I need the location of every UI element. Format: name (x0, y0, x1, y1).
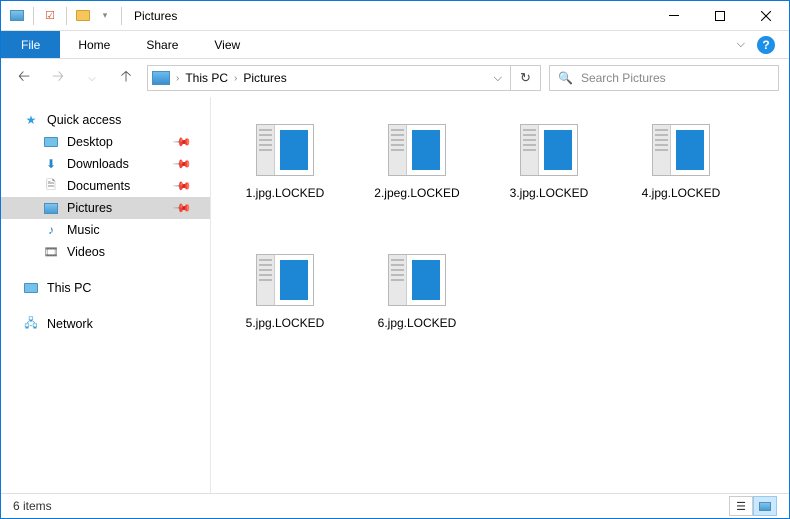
file-thumbnail-icon (256, 124, 314, 176)
chevron-right-icon[interactable]: › (232, 73, 239, 84)
file-item[interactable]: 5.jpg.LOCKED (221, 241, 349, 367)
downloads-icon: ⬇ (43, 156, 59, 172)
file-thumbnail-icon (256, 254, 314, 306)
titlebar: ☑ ▾ Pictures (1, 1, 789, 31)
file-tab[interactable]: File (1, 31, 60, 58)
file-name: 2.jpeg.LOCKED (374, 186, 459, 200)
tab-share[interactable]: Share (128, 31, 196, 58)
item-count: 6 items (13, 499, 52, 513)
forward-button[interactable]: 🡢 (45, 65, 71, 91)
file-name: 3.jpg.LOCKED (510, 186, 589, 200)
search-input[interactable]: 🔍 Search Pictures (549, 65, 779, 91)
properties-qat-icon[interactable]: ☑ (40, 6, 60, 26)
file-item[interactable]: 1.jpg.LOCKED (221, 111, 349, 237)
file-name: 6.jpg.LOCKED (378, 316, 457, 330)
network-icon: 🖧 (23, 316, 39, 332)
ribbon-expand-icon[interactable]: ⌵ (737, 38, 745, 51)
file-thumbnail-icon (520, 124, 578, 176)
sidebar-network[interactable]: 🖧 Network (1, 313, 210, 335)
file-item[interactable]: 4.jpg.LOCKED (617, 111, 745, 237)
tab-home[interactable]: Home (60, 31, 128, 58)
this-pc-icon (23, 280, 39, 296)
close-button[interactable] (743, 1, 789, 31)
pin-icon: 📌 (172, 176, 192, 196)
search-placeholder: Search Pictures (581, 71, 666, 85)
sidebar-this-pc[interactable]: This PC (1, 277, 210, 299)
address-dropdown-icon[interactable]: ⌵ (490, 72, 506, 85)
sidebar-item-videos[interactable]: 🎞 Videos (1, 241, 210, 263)
tab-view[interactable]: View (196, 31, 258, 58)
pin-icon: 📌 (172, 198, 192, 218)
help-icon[interactable]: ? (757, 36, 775, 54)
file-thumbnail-icon (388, 124, 446, 176)
new-folder-qat-icon[interactable] (73, 6, 93, 26)
file-item[interactable]: 3.jpg.LOCKED (485, 111, 613, 237)
window-title: Pictures (134, 9, 177, 23)
location-icon (152, 71, 170, 85)
file-item[interactable]: 6.jpg.LOCKED (353, 241, 481, 367)
qat-customize-icon[interactable]: ▾ (95, 6, 115, 26)
address-bar: 🡠 🡢 ⌵ 🡡 › This PC › Pictures ⌵ ↻ 🔍 Searc… (1, 59, 789, 97)
maximize-button[interactable] (697, 1, 743, 31)
thumbnails-view-button[interactable] (753, 496, 777, 516)
star-icon: ★ (23, 112, 39, 128)
app-icon (7, 6, 27, 26)
music-icon: ♪ (43, 222, 59, 238)
file-name: 1.jpg.LOCKED (246, 186, 325, 200)
pin-icon: 📌 (172, 154, 192, 174)
file-thumbnail-icon (388, 254, 446, 306)
minimize-button[interactable] (651, 1, 697, 31)
quick-access-toolbar: ☑ ▾ (1, 6, 126, 26)
view-toggle: ☰ (729, 496, 777, 516)
documents-icon: 🗎 (43, 178, 59, 194)
breadcrumb[interactable]: › This PC › Pictures ⌵ (147, 65, 511, 91)
back-button[interactable]: 🡠 (11, 65, 37, 91)
search-icon: 🔍 (558, 71, 573, 85)
sidebar-quick-access[interactable]: ★ Quick access (1, 109, 210, 131)
desktop-icon (43, 134, 59, 150)
breadcrumb-part[interactable]: Pictures (243, 71, 286, 85)
file-list[interactable]: 1.jpg.LOCKED 2.jpeg.LOCKED 3.jpg.LOCKED … (211, 97, 789, 493)
pin-icon: 📌 (172, 132, 192, 152)
sidebar-item-documents[interactable]: 🗎 Documents 📌 (1, 175, 210, 197)
chevron-right-icon[interactable]: › (174, 73, 181, 84)
breadcrumb-part[interactable]: This PC (185, 71, 228, 85)
details-view-button[interactable]: ☰ (729, 496, 753, 516)
file-item[interactable]: 2.jpeg.LOCKED (353, 111, 481, 237)
status-bar: 6 items ☰ (1, 493, 789, 518)
file-thumbnail-icon (652, 124, 710, 176)
recent-locations-icon[interactable]: ⌵ (79, 65, 105, 91)
ribbon-tabs: File Home Share View ⌵ ? (1, 31, 789, 59)
refresh-button[interactable]: ↻ (511, 65, 541, 91)
videos-icon: 🎞 (43, 244, 59, 260)
sidebar-item-pictures[interactable]: Pictures 📌 (1, 197, 210, 219)
file-name: 5.jpg.LOCKED (246, 316, 325, 330)
navigation-pane: ★ Quick access Desktop 📌 ⬇ Downloads 📌 🗎… (1, 97, 211, 493)
file-name: 4.jpg.LOCKED (642, 186, 721, 200)
sidebar-item-downloads[interactable]: ⬇ Downloads 📌 (1, 153, 210, 175)
up-button[interactable]: 🡡 (113, 65, 139, 91)
window-controls (651, 1, 789, 31)
pictures-icon (43, 200, 59, 216)
sidebar-item-desktop[interactable]: Desktop 📌 (1, 131, 210, 153)
sidebar-item-music[interactable]: ♪ Music (1, 219, 210, 241)
